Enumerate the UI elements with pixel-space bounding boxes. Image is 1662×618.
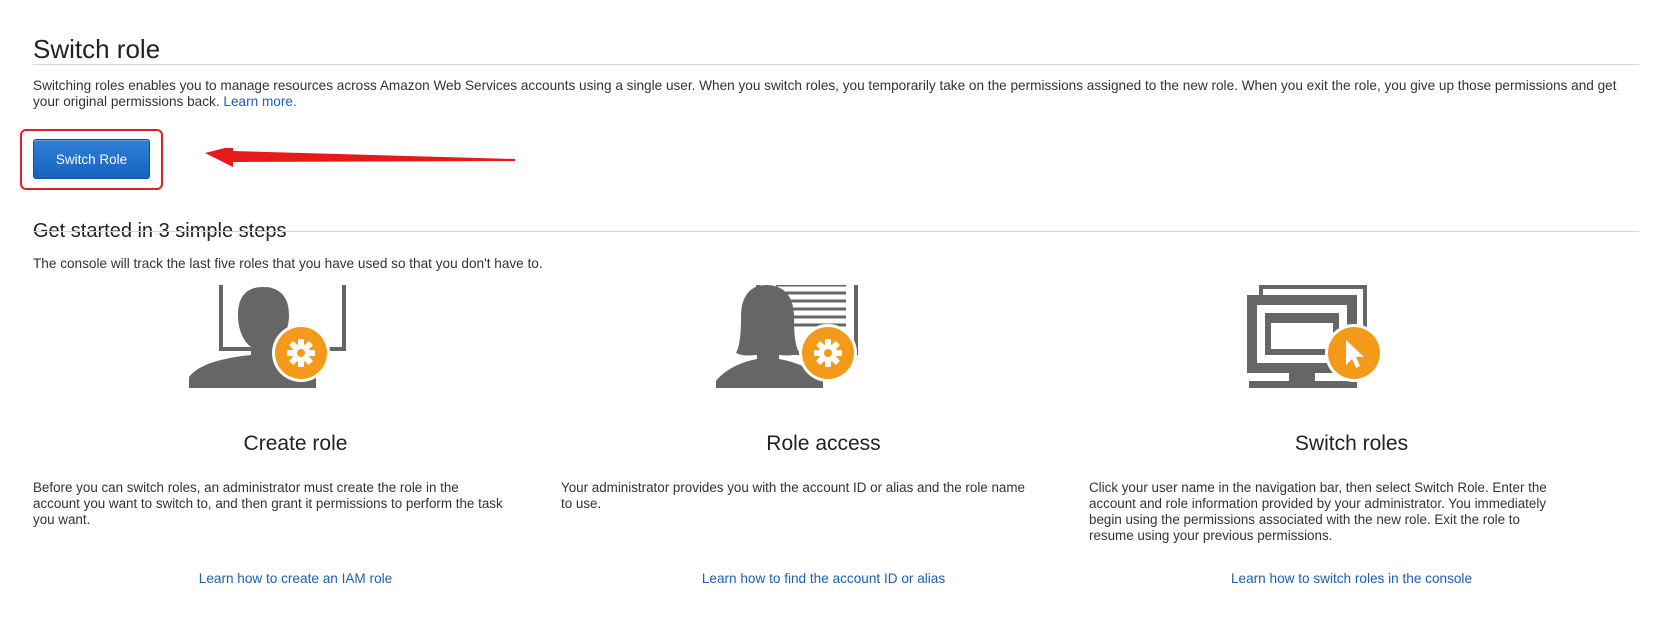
section-divider xyxy=(33,231,1639,232)
steps-section-subtitle: The console will track the last five rol… xyxy=(33,256,543,271)
learn-more-link[interactable]: Learn more. xyxy=(223,94,296,109)
monitor-cursor-icon xyxy=(1247,285,1383,388)
user-lock-gear-icon xyxy=(189,285,346,388)
step-description: Before you can switch roles, an administ… xyxy=(33,480,503,527)
page-title: Switch role xyxy=(33,34,161,64)
step-description: Your administrator provides you with the… xyxy=(561,480,1025,511)
switch-role-button[interactable]: Switch Role xyxy=(33,139,150,179)
find-account-id-link[interactable]: Learn how to find the account ID or alia… xyxy=(561,571,1086,586)
intro-text: Switching roles enables you to manage re… xyxy=(33,78,1633,110)
step-title: Create role xyxy=(243,432,348,455)
step-title: Switch roles xyxy=(1294,432,1409,455)
annotation-arrow xyxy=(205,148,515,167)
switch-roles-console-link[interactable]: Learn how to switch roles in the console xyxy=(1089,571,1614,586)
step-title: Role access xyxy=(766,432,881,455)
step-description: Click your user name in the navigation b… xyxy=(1089,480,1547,543)
title-divider xyxy=(33,64,1639,65)
create-iam-role-link[interactable]: Learn how to create an IAM role xyxy=(33,571,558,586)
user-document-gear-icon xyxy=(716,285,858,388)
